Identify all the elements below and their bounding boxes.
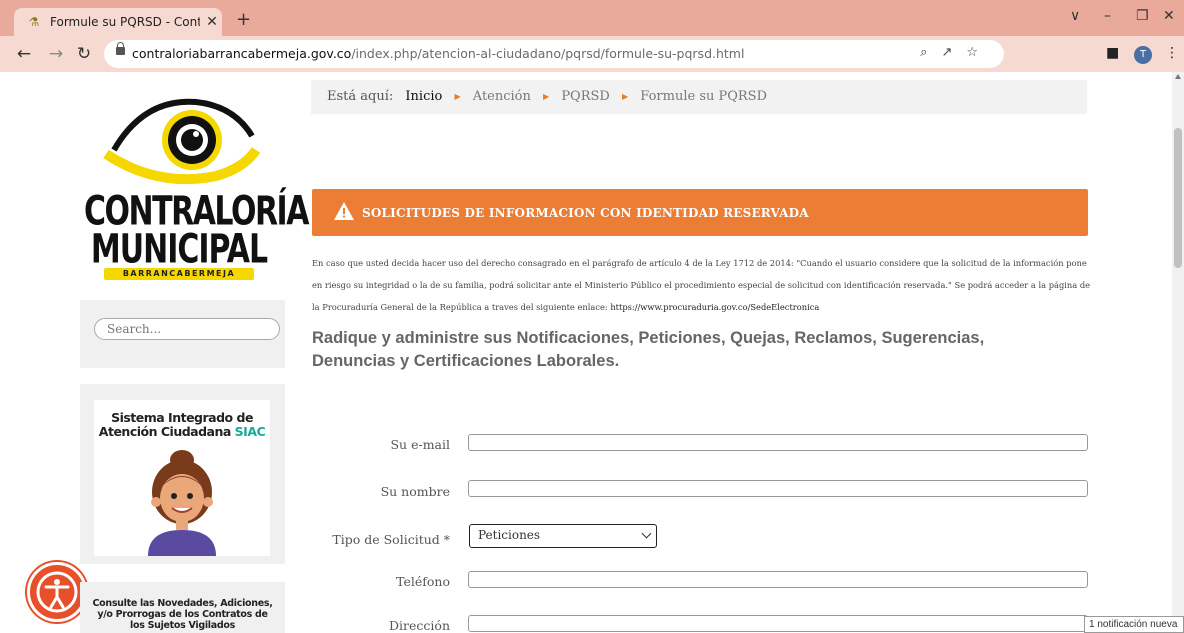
request-type-select[interactable]: Peticiones [469, 524, 657, 548]
browser-toolbar: ← → ↻ contraloriabarrancabermeja.gov.co/… [0, 36, 1184, 72]
browser-tab[interactable]: ⚗ Formule su PQRSD - Contraloría ✕ [14, 8, 222, 36]
bookmark-star-icon[interactable]: ☆ [966, 45, 992, 60]
breadcrumb-separator-icon: ▶ [454, 92, 461, 101]
siac-banner[interactable]: Sistema Integrado de Atención Ciudadana … [94, 400, 270, 556]
tab-close-icon[interactable]: ✕ [204, 14, 220, 30]
scrollbar-thumb[interactable] [1174, 128, 1182, 268]
reserved-identity-alert: SOLICITUDES DE INFORMACION CON IDENTIDAD… [312, 189, 1088, 236]
agent-avatar-icon [148, 450, 216, 556]
breadcrumb-separator-icon: ▶ [621, 92, 629, 101]
breadcrumb-separator-icon: ▶ [543, 92, 550, 101]
new-tab-button[interactable]: + [236, 9, 251, 30]
scroll-up-arrow-icon[interactable] [1175, 74, 1181, 79]
email-field[interactable] [468, 434, 1088, 451]
name-field[interactable] [468, 480, 1088, 497]
reload-icon[interactable]: ↻ [74, 44, 94, 64]
forward-arrow-icon[interactable]: → [46, 44, 66, 64]
url-text[interactable]: contraloriabarrancabermeja.gov.co/index.… [132, 46, 744, 61]
browser-menu-icon[interactable]: ⋮ [1165, 45, 1179, 61]
restore-window-icon[interactable]: ❐ [1136, 8, 1149, 24]
contraloria-logo[interactable]: CONTRALORÍA MUNICIPAL BARRANCABERMEJA [84, 80, 309, 280]
phone-field[interactable] [468, 571, 1088, 588]
back-arrow-icon[interactable]: ← [14, 44, 34, 64]
warning-icon [334, 202, 354, 220]
name-label: Su nombre [380, 484, 450, 499]
breadcrumb: Está aquí: Inicio ▶ Atención ▶ PQRSD ▶ F… [311, 80, 1087, 114]
eye-logo-icon [103, 98, 261, 185]
omnibox-actions: ⌕↗☆ [920, 45, 992, 60]
browser-tab-strip: ⚗ Formule su PQRSD - Contraloría ✕ + ∨ –… [0, 0, 1184, 36]
address-field[interactable] [468, 615, 1088, 632]
email-label: Su e-mail [390, 437, 450, 452]
close-window-icon[interactable]: ✕ [1163, 8, 1175, 24]
breadcrumb-prefix: Está aquí: [327, 89, 394, 104]
logo-band-barrancabermeja: BARRANCABERMEJA [104, 268, 254, 280]
request-type-value: Peticiones [478, 528, 541, 542]
logo-text-municipal: MUNICIPAL [90, 226, 268, 274]
chevron-down-icon [641, 528, 652, 539]
siac-title-line1: Sistema Integrado de [111, 410, 253, 425]
lock-icon [116, 42, 125, 55]
siac-widget: Sistema Integrado de Atención Ciudadana … [80, 384, 285, 564]
tab-title: Formule su PQRSD - Contraloría [50, 15, 200, 29]
breadcrumb-item-atencion[interactable]: Atención [473, 89, 531, 104]
search-input[interactable] [94, 318, 280, 340]
site-favicon-icon: ⚗ [28, 15, 40, 29]
accessibility-icon [36, 571, 78, 613]
tab-search-chevron-icon[interactable]: ∨ [1070, 8, 1080, 24]
consult-contracts-text: Consulte las Novedades, Adiciones, y/o P… [92, 598, 273, 631]
page-heading: Radique y administre sus Notificaciones,… [312, 329, 985, 370]
phone-label: Teléfono [396, 574, 450, 589]
alert-text: SOLICITUDES DE INFORMACION CON IDENTIDAD… [362, 206, 809, 220]
address-bar[interactable]: contraloriabarrancabermeja.gov.co/index.… [104, 40, 1004, 68]
breadcrumb-item-inicio[interactable]: Inicio [405, 89, 442, 104]
accessibility-button[interactable] [27, 562, 87, 622]
search-widget [80, 300, 285, 368]
zoom-icon[interactable]: ⌕ [920, 45, 941, 60]
web-page: CONTRALORÍA MUNICIPAL BARRANCABERMEJA Si… [0, 72, 1172, 633]
notification-toast[interactable]: 1 notificación nueva [1084, 616, 1184, 633]
reserved-identity-notice: En caso que usted decida hacer uso del d… [312, 252, 1092, 318]
minimize-window-icon[interactable]: – [1104, 8, 1111, 24]
breadcrumb-item-current: Formule su PQRSD [640, 89, 768, 104]
profile-avatar[interactable]: T [1134, 46, 1152, 64]
share-icon[interactable]: ↗ [941, 45, 966, 60]
procuraduria-link[interactable]: https://www.procuraduria.gov.co/SedeElec… [610, 302, 819, 312]
siac-title-line2: Atención Ciudadana SIAC [98, 424, 266, 439]
breadcrumb-item-pqrsd[interactable]: PQRSD [561, 89, 610, 104]
side-panel-icon[interactable]: ■ [1106, 45, 1119, 61]
address-label: Dirección [389, 618, 450, 633]
consult-contracts-widget[interactable]: Consulte las Novedades, Adiciones, y/o P… [80, 582, 285, 633]
request-type-label: Tipo de Solicitud * [332, 532, 450, 547]
